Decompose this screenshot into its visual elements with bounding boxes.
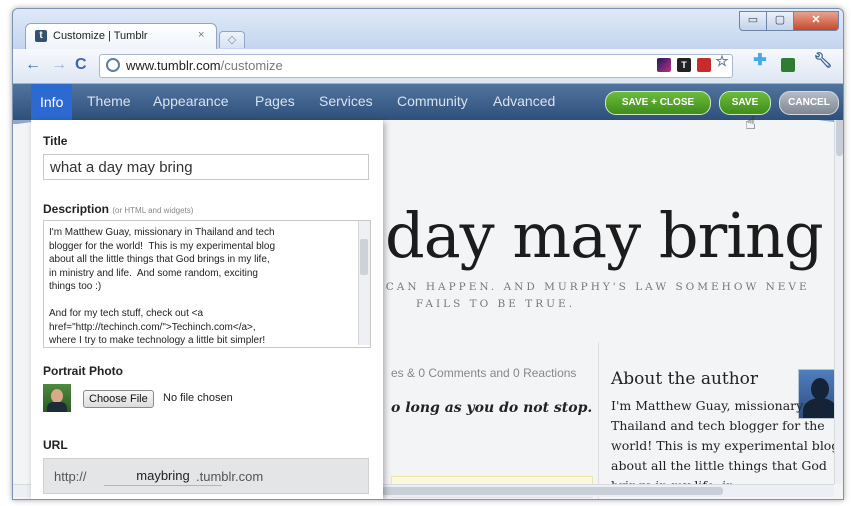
minimize-button[interactable]: ▭ bbox=[739, 11, 767, 31]
tab-community[interactable]: Community bbox=[397, 93, 468, 109]
portrait-thumbnail bbox=[43, 384, 71, 412]
browser-window: t Customize | Tumblr × ◇ ▭ ▢ ✕ ← → C www… bbox=[12, 8, 844, 500]
reload-icon[interactable]: C bbox=[75, 56, 87, 74]
description-hint: (or HTML and widgets) bbox=[112, 206, 194, 215]
green-square-icon[interactable] bbox=[781, 58, 795, 72]
post-quote: o long as you do not stop. bbox=[391, 400, 593, 416]
description-scroll-thumb[interactable] bbox=[360, 239, 368, 275]
tagline-line-2: FAILS TO BE TRUE. bbox=[416, 298, 576, 310]
url-field: http:// maybring .tumblr.com bbox=[43, 458, 369, 494]
tab-info[interactable]: Info bbox=[31, 84, 73, 120]
customize-nav-bar: Info Theme Appearance Pages Services Com… bbox=[13, 84, 843, 120]
pen-icon[interactable] bbox=[657, 58, 671, 72]
address-bar[interactable]: www.tumblr.com/customize bbox=[99, 54, 733, 78]
description-scrollbar[interactable] bbox=[358, 221, 370, 345]
tagline-line-1: G CAN HAPPEN. AND MURPHY'S LAW SOMEHOW N… bbox=[368, 281, 810, 293]
post-meta: es & 0 Comments and 0 Reactions bbox=[391, 366, 577, 380]
blog-title: day may bring bbox=[385, 199, 824, 272]
about-text: I'm Matthew Guay, missionary in Thailand… bbox=[611, 398, 840, 493]
save-close-button[interactable]: SAVE + CLOSE bbox=[605, 91, 711, 115]
url-prefix: http:// bbox=[54, 469, 87, 484]
portrait-shirt bbox=[47, 402, 67, 412]
tab-pages[interactable]: Pages bbox=[255, 93, 295, 109]
vertical-scrollbar[interactable] bbox=[834, 84, 843, 484]
close-window-button[interactable]: ✕ bbox=[793, 11, 839, 31]
choose-file-button[interactable]: Choose File bbox=[83, 390, 154, 408]
url-host: www.tumblr.com bbox=[126, 58, 221, 73]
hand-cursor-icon: ☝︎ bbox=[745, 113, 756, 133]
description-textarea[interactable]: I'm Matthew Guay, missionary in Thailand… bbox=[43, 220, 371, 348]
back-arrow-icon[interactable]: ← bbox=[25, 56, 41, 74]
tab-theme[interactable]: Theme bbox=[87, 93, 131, 109]
tab-close-icon[interactable]: × bbox=[198, 29, 204, 41]
about-heading: About the author bbox=[611, 369, 759, 389]
blog-tagline: G CAN HAPPEN. AND MURPHY'S LAW SOMEHOW N… bbox=[368, 279, 810, 313]
column-divider bbox=[598, 342, 599, 499]
portrait-face bbox=[51, 389, 63, 403]
info-panel: Title what a day may bring Description (… bbox=[31, 120, 383, 499]
new-tab-button[interactable]: ◇ bbox=[219, 31, 245, 48]
puzzle-icon[interactable]: ✚ bbox=[753, 53, 767, 69]
browser-tab[interactable]: t Customize | Tumblr × bbox=[25, 23, 217, 50]
star-icon[interactable]: ☆ bbox=[715, 54, 729, 69]
title-field[interactable]: what a day may bring bbox=[43, 154, 369, 180]
description-label-text: Description bbox=[43, 202, 110, 216]
description-label: Description (or HTML and widgets) bbox=[43, 202, 193, 216]
tab-title: Customize | Tumblr bbox=[53, 30, 148, 42]
url-label: URL bbox=[43, 438, 68, 452]
url-domain: .tumblr.com bbox=[196, 469, 264, 484]
title-label: Title bbox=[43, 134, 68, 148]
red-square-icon[interactable] bbox=[697, 58, 711, 72]
save-button[interactable]: SAVE bbox=[719, 91, 771, 115]
cancel-button[interactable]: CANCEL bbox=[779, 91, 839, 115]
title-bar: t Customize | Tumblr × ◇ ▭ ▢ ✕ bbox=[13, 9, 843, 50]
description-text: I'm Matthew Guay, missionary in Thailand… bbox=[49, 227, 276, 346]
forward-arrow-icon[interactable]: → bbox=[51, 56, 67, 74]
wrench-icon[interactable]: 🔧︎ bbox=[813, 53, 833, 68]
tab-appearance[interactable]: Appearance bbox=[153, 93, 229, 109]
maximize-button[interactable]: ▢ bbox=[766, 11, 794, 31]
t-icon[interactable]: T bbox=[677, 58, 691, 72]
no-file-text: No file chosen bbox=[163, 392, 233, 404]
url-text: www.tumblr.com/customize bbox=[126, 58, 283, 73]
portrait-label: Portrait Photo bbox=[43, 364, 123, 378]
tumblr-favicon-icon: t bbox=[35, 30, 47, 42]
scrollbar-thumb-h[interactable] bbox=[343, 487, 723, 495]
url-path: /customize bbox=[220, 58, 283, 73]
tab-services[interactable]: Services bbox=[319, 93, 373, 109]
browser-toolbar: ← → C www.tumblr.com/customize T ☆ ✚ 🔧︎ bbox=[13, 49, 843, 84]
tab-advanced[interactable]: Advanced bbox=[493, 93, 555, 109]
globe-icon bbox=[106, 58, 120, 72]
